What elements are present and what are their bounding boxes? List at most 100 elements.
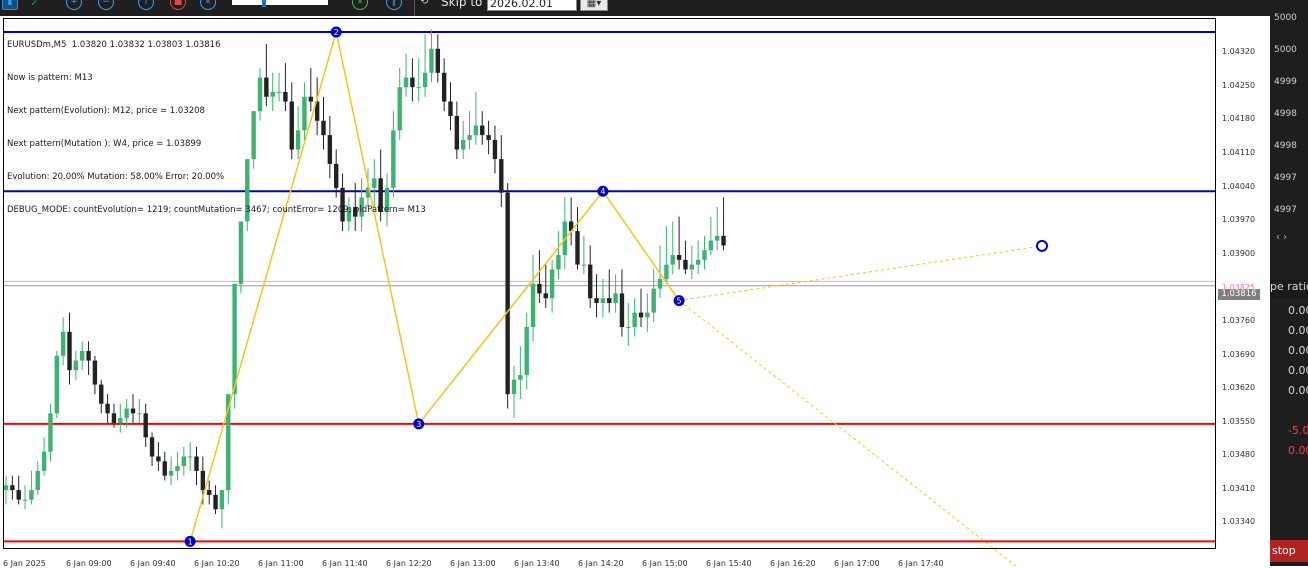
candle-body [232,283,237,395]
candle-body [461,139,466,150]
candle-body [124,408,129,419]
skip-to-label: Skip to [441,0,483,9]
info-line: Evolution: 20.00% Mutation: 58.00% Error… [7,172,225,182]
candle-body [67,331,72,371]
candle-body [467,135,472,140]
skip-icon[interactable]: ⟲ [420,0,428,7]
candle-body [638,312,644,318]
candle-body [80,350,85,361]
candle-body [22,499,28,501]
speed-slider[interactable] [232,0,328,5]
evolution-projection-line [678,300,1017,566]
candle-body [435,48,440,73]
info-line: Now is pattern: M13 [7,73,93,83]
candle-body [35,470,40,491]
panel-value: 0.00 [1288,444,1308,457]
candle-body [715,235,720,241]
speed-slider-knob[interactable] [262,0,266,7]
mutation-projection-line [679,245,1043,302]
price-tick: 1.03620 [1222,383,1256,392]
price-tick: 1.03760 [1222,316,1256,325]
candle-body [238,221,244,284]
candle-body [588,264,593,299]
panel-level: 4997 [1274,205,1297,215]
time-tick: 6 Jan 13:00 [450,559,496,568]
panel-value: 0.00 [1288,364,1308,377]
price-tick: 1.04180 [1222,114,1256,123]
candle-body [645,312,650,318]
candle-body [29,490,34,500]
panel-scroll-arrows-icon[interactable]: ‹ › [1276,232,1287,243]
pattern-point-label: 4 [600,187,605,196]
stop-button[interactable]: stop [1270,540,1308,562]
candle-body [530,283,536,327]
candle-body [118,418,123,423]
candle-body [48,413,53,452]
time-tick: 6 Jan 11:00 [258,559,304,568]
zoom-in-icon[interactable]: + [66,0,82,10]
price-tick: 1.03970 [1222,215,1256,224]
panel-value: 0.00 [1288,384,1308,397]
candle-body [143,413,148,438]
candle-body [194,456,199,471]
price-tick: 1.03690 [1222,350,1256,359]
price-tick: 1.03340 [1222,517,1256,526]
panel-value: 0.00 [1288,344,1308,357]
candle-body [626,326,631,328]
time-tick: 6 Jan 13:40 [514,559,560,568]
candle-body [10,485,15,491]
panel-value: 0.00 [1288,324,1308,337]
chart-icon[interactable]: ▮ [2,0,18,10]
candle-body [594,298,599,304]
candle-body [3,485,9,491]
candle-body [86,350,91,361]
back-icon[interactable]: « [200,0,216,10]
candle-body [60,331,66,356]
candle-body [518,374,523,380]
time-tick: 6 Jan 12:20 [386,559,432,568]
pattern-point-label: 3 [416,420,421,429]
candle-body [111,413,117,423]
panel-level: 4998 [1274,141,1297,151]
candle-body [207,490,212,495]
time-tick: 6 Jan 17:00 [834,559,880,568]
calendar-icon[interactable]: ▦▾ [580,0,608,11]
candle-body [683,259,688,270]
candle-body [708,240,714,251]
candle-body [162,461,167,476]
candle-body [149,437,155,457]
symbol-header: EURUSDm,M5 1.03820 1.03832 1.03803 1.038… [7,40,221,50]
pause-icon[interactable]: ‖ [386,0,402,10]
candle-body [721,235,726,246]
info-overlay: EURUSDm,M5 1.03820 1.03832 1.03803 1.038… [7,18,426,227]
play-icon[interactable]: » [352,0,368,10]
zoom-out-icon[interactable]: − [98,0,114,10]
panel-value: 0.00 [1288,304,1308,317]
candle-body [54,355,59,414]
mutation-target-marker [1036,239,1048,252]
candle-body [549,269,555,299]
candle-body [651,288,656,313]
info-line: DEBUG_MODE: countEvolution= 1219; countM… [7,205,426,215]
info-icon[interactable]: i [138,0,154,10]
candle-body [664,264,669,280]
current-price-label: 1.03816 [1218,289,1260,300]
candle-body [499,159,504,193]
panel-value-negative: -5.00 [1288,424,1308,437]
candle-body [689,264,694,270]
candle-body [676,255,682,260]
projection-lines [678,239,1048,566]
time-tick: 6 Jan 16:20 [770,559,816,568]
candle-body [137,413,142,415]
price-tick: 1.03480 [1222,450,1256,459]
line-chart-icon[interactable]: ⟋ [28,0,44,11]
candle-body [92,360,98,385]
candle-body [41,451,47,471]
stop-icon[interactable]: ■ [170,0,186,10]
candle-body [181,456,186,467]
candle-body [543,293,548,299]
skip-date-input[interactable]: 2026.02.01 00:00 [487,0,577,11]
panel-level: 4997 [1274,173,1297,183]
panel-level: 5000 [1274,13,1297,23]
candle-body [511,379,517,395]
